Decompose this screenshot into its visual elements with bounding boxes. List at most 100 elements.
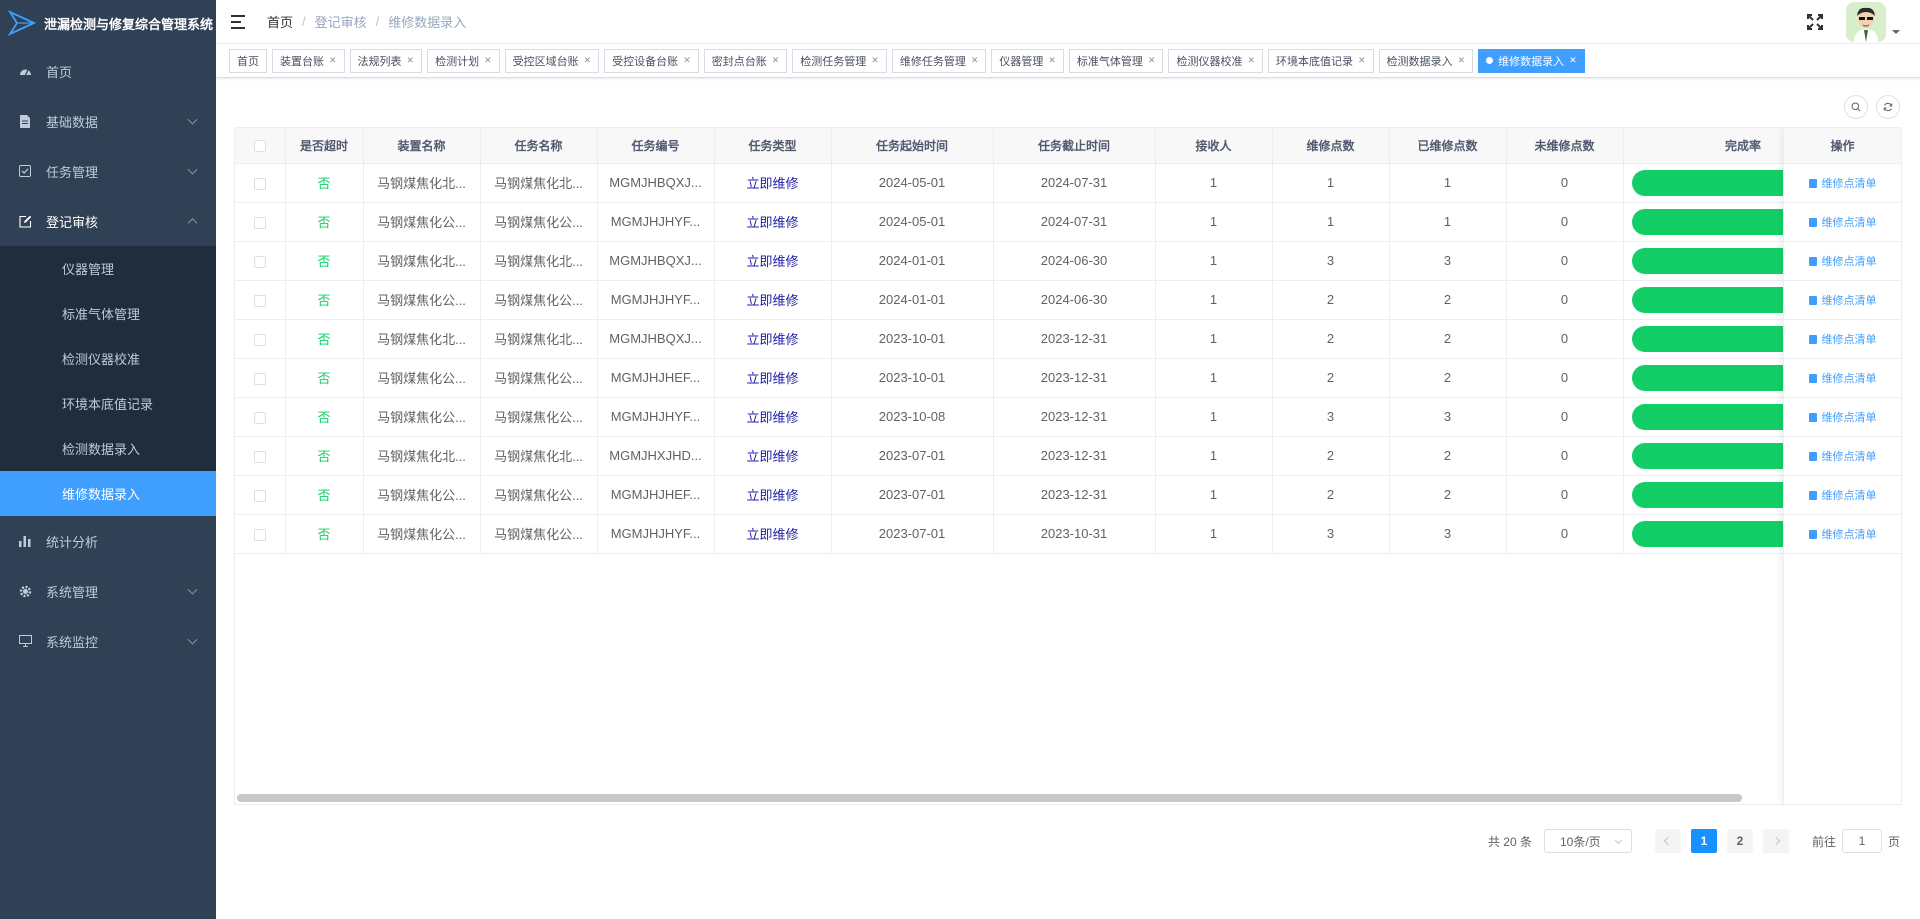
row-checkbox-cell[interactable] bbox=[235, 241, 286, 281]
tag-item[interactable]: 检测数据录入 ✕ bbox=[1378, 48, 1474, 73]
table-row[interactable]: 否马钢煤焦化公... 马钢煤焦化公... MGMJHJHYF... 立即维修 2024-… bbox=[235, 280, 1864, 320]
tag-item[interactable]: 密封点台账 ✕ bbox=[703, 48, 788, 73]
checkbox[interactable] bbox=[253, 140, 266, 153]
goto-page-input[interactable] bbox=[1841, 829, 1882, 853]
close-icon[interactable]: ✕ bbox=[1048, 55, 1056, 66]
sidebar-subitem-instrument-management[interactable]: 仪器管理 bbox=[0, 246, 216, 291]
tag-home[interactable]: 首页 bbox=[229, 48, 267, 73]
horizontal-scrollbar[interactable] bbox=[237, 794, 1742, 802]
checkbox[interactable] bbox=[253, 450, 266, 463]
checkbox[interactable] bbox=[253, 372, 266, 385]
row-checkbox-cell[interactable] bbox=[235, 202, 286, 242]
close-icon[interactable]: ✕ bbox=[871, 55, 879, 66]
close-icon[interactable]: ✕ bbox=[407, 55, 415, 66]
sidebar-subitem-standard-gas[interactable]: 标准气体管理 bbox=[0, 291, 216, 336]
row-checkbox-cell[interactable] bbox=[235, 358, 286, 398]
table-row[interactable]: 否马钢煤焦化公... 马钢煤焦化公... MGMJHJHYF... 立即维修 2024-… bbox=[235, 202, 1864, 242]
page-button-1[interactable]: 1 bbox=[1690, 829, 1717, 853]
repair-list-button[interactable]: 维修点清单 bbox=[1784, 281, 1901, 320]
page-button-2[interactable]: 2 bbox=[1726, 829, 1753, 853]
refresh-button[interactable] bbox=[1876, 95, 1900, 119]
checkbox[interactable] bbox=[253, 216, 266, 229]
checkbox[interactable] bbox=[253, 294, 266, 307]
repair-list-button[interactable]: 维修点清单 bbox=[1784, 476, 1901, 515]
repair-list-button[interactable]: 维修点清单 bbox=[1784, 437, 1901, 476]
close-icon[interactable]: ✕ bbox=[1569, 55, 1577, 66]
sidebar-subitem-instrument-calibration[interactable]: 检测仪器校准 bbox=[0, 336, 216, 381]
sidebar-subitem-repair-data[interactable]: 维修数据录入 bbox=[0, 471, 216, 516]
repair-list-button[interactable]: 维修点清单 bbox=[1784, 320, 1901, 359]
prev-page-button[interactable] bbox=[1654, 829, 1681, 853]
fullscreen-icon[interactable] bbox=[1806, 13, 1824, 31]
close-icon[interactable]: ✕ bbox=[1358, 55, 1366, 66]
tag-item[interactable]: 维修任务管理 ✕ bbox=[891, 48, 987, 73]
tag-item[interactable]: 环境本底值记录 ✕ bbox=[1268, 48, 1374, 73]
repair-list-button[interactable]: 维修点清单 bbox=[1784, 203, 1901, 242]
sidebar-subitem-background-value[interactable]: 环境本底值记录 bbox=[0, 381, 216, 426]
tag-item[interactable]: 受控设备台账 ✕ bbox=[604, 48, 699, 73]
close-icon[interactable]: ✕ bbox=[1458, 55, 1466, 66]
repair-list-button[interactable]: 维修点清单 bbox=[1784, 398, 1901, 437]
hamburger-icon[interactable] bbox=[231, 14, 247, 29]
tag-item[interactable]: 检测仪器校准 ✕ bbox=[1168, 48, 1264, 73]
table-row[interactable]: 否马钢煤焦化北... 马钢煤焦化北... MGMJHBQXJ... 立即维修 2023-… bbox=[235, 319, 1864, 359]
search-toggle-button[interactable] bbox=[1844, 95, 1868, 119]
avatar[interactable] bbox=[1846, 2, 1886, 42]
sidebar-item-system-management[interactable]: 系统管理 bbox=[0, 566, 216, 616]
close-icon[interactable]: ✕ bbox=[1247, 55, 1255, 66]
table-row[interactable]: 否马钢煤焦化北... 马钢煤焦化北... MGMJHXJHD... 立即维修 2023-… bbox=[235, 436, 1864, 476]
table-row[interactable]: 否马钢煤焦化北... 马钢煤焦化北... MGMJHBQXJ... 立即维修 2024-… bbox=[235, 241, 1864, 281]
tag-item-active[interactable]: 维修数据录入 ✕ bbox=[1478, 48, 1585, 73]
table-row[interactable]: 否马钢煤焦化北... 马钢煤焦化北... MGMJHBQXJ... 立即维修 2024-… bbox=[235, 163, 1864, 203]
sidebar-item-system-monitor[interactable]: 系统监控 bbox=[0, 616, 216, 666]
repair-list-button[interactable]: 维修点清单 bbox=[1784, 359, 1901, 398]
sidebar-subitem-detection-data[interactable]: 检测数据录入 bbox=[0, 426, 216, 471]
repair-list-button[interactable]: 维修点清单 bbox=[1784, 164, 1901, 203]
next-page-button[interactable] bbox=[1762, 829, 1789, 853]
table-row[interactable]: 否马钢煤焦化公... 马钢煤焦化公... MGMJHJHYF... 立即维修 2023-… bbox=[235, 397, 1864, 437]
close-icon[interactable]: ✕ bbox=[329, 55, 337, 66]
caret-down-icon[interactable] bbox=[1892, 30, 1900, 34]
app-logo[interactable]: 泄漏检测与修复综合管理系统 bbox=[0, 0, 216, 46]
close-icon[interactable]: ✕ bbox=[971, 55, 979, 66]
row-checkbox-cell[interactable] bbox=[235, 163, 286, 203]
close-icon[interactable]: ✕ bbox=[683, 55, 691, 66]
table-row[interactable]: 否马钢煤焦化公... 马钢煤焦化公... MGMJHJHEF... 立即维修 2023-… bbox=[235, 358, 1864, 398]
row-checkbox-cell[interactable] bbox=[235, 475, 286, 515]
close-icon[interactable]: ✕ bbox=[772, 55, 780, 66]
checkbox[interactable] bbox=[253, 528, 266, 541]
row-checkbox-cell[interactable] bbox=[235, 514, 286, 554]
row-checkbox-cell[interactable] bbox=[235, 397, 286, 437]
close-icon[interactable]: ✕ bbox=[1148, 55, 1156, 66]
row-checkbox-cell[interactable] bbox=[235, 280, 286, 320]
sidebar-item-home[interactable]: 首页 bbox=[0, 46, 216, 96]
tag-item[interactable]: 检测计划 ✕ bbox=[427, 48, 500, 73]
tag-item[interactable]: 受控区域台账 ✕ bbox=[504, 48, 600, 73]
cell-start: 2024-01-01 bbox=[831, 241, 994, 281]
close-icon[interactable]: ✕ bbox=[584, 55, 592, 66]
repair-list-button[interactable]: 维修点清单 bbox=[1784, 515, 1901, 554]
tag-item[interactable]: 装置台账 ✕ bbox=[272, 48, 345, 73]
tag-item[interactable]: 检测任务管理 ✕ bbox=[792, 48, 887, 73]
checkbox[interactable] bbox=[253, 489, 266, 502]
tag-item[interactable]: 仪器管理 ✕ bbox=[991, 48, 1064, 73]
table-row[interactable]: 否马钢煤焦化公... 马钢煤焦化公... MGMJHJHYF... 立即维修 2023-… bbox=[235, 514, 1864, 554]
repair-list-button[interactable]: 维修点清单 bbox=[1784, 242, 1901, 281]
checkbox[interactable] bbox=[253, 333, 266, 346]
sidebar-item-base-data[interactable]: 基础数据 bbox=[0, 96, 216, 146]
close-icon[interactable]: ✕ bbox=[484, 55, 492, 66]
sidebar-item-task-management[interactable]: 任务管理 bbox=[0, 146, 216, 196]
table-row[interactable]: 否马钢煤焦化公... 马钢煤焦化公... MGMJHJHEF... 立即维修 2023-… bbox=[235, 475, 1864, 515]
checkbox[interactable] bbox=[253, 411, 266, 424]
row-checkbox-cell[interactable] bbox=[235, 436, 286, 476]
tag-item[interactable]: 法规列表 ✕ bbox=[349, 48, 423, 73]
page-size-select[interactable]: 10条/页 bbox=[1543, 829, 1632, 853]
tag-item[interactable]: 标准气体管理 ✕ bbox=[1068, 48, 1164, 73]
row-checkbox-cell[interactable] bbox=[235, 319, 286, 359]
breadcrumb-item-home[interactable]: 首页 bbox=[267, 12, 293, 31]
sidebar-item-statistics[interactable]: 统计分析 bbox=[0, 516, 216, 566]
checkbox[interactable] bbox=[253, 255, 266, 268]
checkbox[interactable] bbox=[253, 177, 266, 190]
sidebar-item-registration-review[interactable]: 登记审核 bbox=[0, 196, 216, 246]
select-all-checkbox-cell[interactable] bbox=[235, 128, 286, 164]
